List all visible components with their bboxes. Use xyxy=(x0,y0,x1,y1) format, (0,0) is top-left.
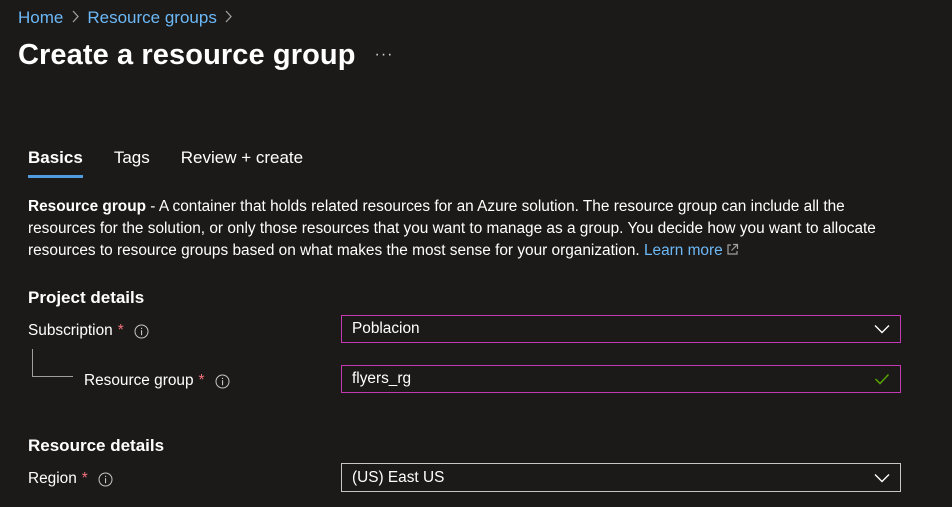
project-details-heading: Project details xyxy=(28,288,145,307)
resource-group-description: Resource group - A container that holds … xyxy=(28,196,908,263)
learn-more-link[interactable]: Learn more xyxy=(644,242,739,259)
tab-review-create[interactable]: Review + create xyxy=(181,146,303,174)
tree-connector xyxy=(32,349,73,377)
chevron-right-icon xyxy=(217,10,241,27)
chevron-down-icon xyxy=(864,473,900,483)
region-dropdown[interactable]: (US) East US xyxy=(341,463,901,492)
learn-more-label: Learn more xyxy=(643,242,723,259)
external-link-icon xyxy=(726,241,739,263)
breadcrumb: Home Resource groups xyxy=(18,7,241,29)
info-icon[interactable] xyxy=(134,324,149,339)
info-icon[interactable] xyxy=(215,374,230,389)
chevron-right-icon xyxy=(63,10,87,27)
breadcrumb-resource-groups-link[interactable]: Resource groups xyxy=(87,8,216,28)
required-asterisk: * xyxy=(81,470,88,487)
info-icon[interactable] xyxy=(98,472,113,487)
resource-group-value: flyers_rg xyxy=(352,370,412,387)
resource-group-input[interactable]: flyers_rg xyxy=(341,365,901,393)
required-asterisk: * xyxy=(198,372,205,389)
required-asterisk: * xyxy=(117,322,124,339)
subscription-dropdown[interactable]: Poblacion xyxy=(341,315,901,343)
subscription-value: Poblacion xyxy=(352,320,420,337)
subscription-label: Subscription xyxy=(28,322,113,339)
region-value: (US) East US xyxy=(352,468,445,486)
region-label: Region xyxy=(28,470,77,487)
description-term: Resource group xyxy=(28,198,147,215)
checkmark-icon xyxy=(864,373,900,385)
subscription-label-row: Subscription * xyxy=(28,320,149,342)
tab-basics[interactable]: Basics xyxy=(28,146,83,178)
region-label-row: Region * xyxy=(28,468,113,490)
page-title: Create a resource group xyxy=(18,39,356,71)
breadcrumb-home-link[interactable]: Home xyxy=(18,8,63,28)
tab-tags[interactable]: Tags xyxy=(114,146,150,174)
resource-group-label: Resource group xyxy=(84,372,194,389)
chevron-down-icon xyxy=(864,324,900,334)
more-icon[interactable]: ··· xyxy=(372,47,396,67)
resource-details-heading: Resource details xyxy=(28,436,165,455)
tab-bar: Basics Tags Review + create xyxy=(28,146,334,182)
resource-group-label-row: Resource group * xyxy=(84,370,230,392)
description-text: - A container that holds related resourc… xyxy=(28,198,876,259)
